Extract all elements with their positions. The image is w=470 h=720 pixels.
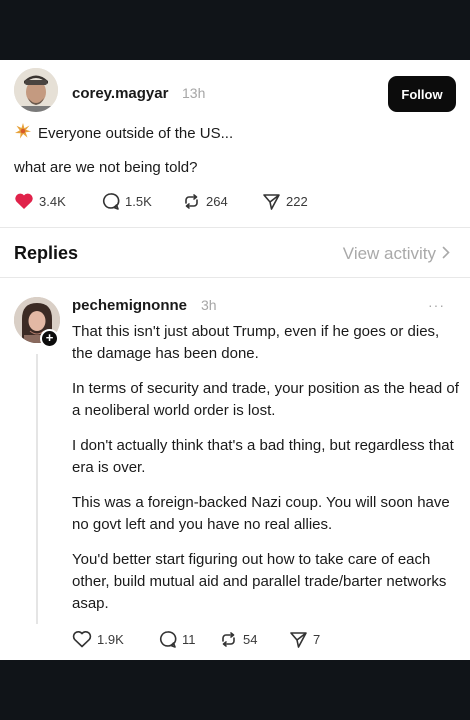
divider-replies [0, 277, 470, 278]
reply-comment-count: 11 [182, 631, 196, 647]
avatar-image [14, 68, 58, 112]
reply-paragraph-2: In terms of security and trade, your pos… [72, 380, 459, 419]
sparkle-burst-icon [14, 122, 32, 144]
heart-filled-icon [14, 192, 34, 210]
divider-top [0, 227, 470, 228]
author-avatar[interactable] [14, 68, 58, 112]
reply-timestamp: 3h [201, 297, 217, 313]
reply-repost-count: 54 [243, 631, 258, 647]
reply-actions: 1.9K 11 54 7 [72, 629, 320, 649]
share-button[interactable]: 222 [262, 192, 308, 211]
share-icon [262, 192, 281, 211]
view-activity-label: View activity [342, 244, 436, 263]
post-text-line-1: Everyone outside of the US... [14, 122, 233, 144]
more-options-icon[interactable]: ··· [428, 297, 445, 313]
follow-button[interactable]: Follow [388, 76, 456, 112]
follow-plus-badge[interactable]: + [40, 329, 59, 348]
reply-like-count: 1.9K [97, 631, 124, 647]
reply-paragraph-1: That this isn't just about Trump, even i… [72, 323, 440, 362]
repost-icon [219, 630, 238, 649]
like-count: 3.4K [39, 193, 66, 209]
comment-button[interactable]: 1.5K [101, 192, 182, 211]
post-actions: 3.4K 1.5K 264 222 [14, 191, 308, 211]
comment-icon [158, 630, 177, 649]
post-header: corey.magyar 13h Follow [14, 68, 456, 112]
reply-comment-button[interactable]: 11 [158, 630, 219, 649]
repost-icon [182, 192, 201, 211]
repost-button[interactable]: 264 [182, 192, 262, 211]
reply-repost-button[interactable]: 54 [219, 630, 289, 649]
share-icon [289, 630, 308, 649]
post-timestamp: 13h [182, 85, 206, 101]
reply-paragraph-3: I don't actually think that's a bad thin… [72, 437, 454, 476]
chevron-right-icon [442, 244, 450, 264]
comment-icon [101, 192, 120, 211]
reply-paragraph-4: This was a foreign-backed Nazi coup. You… [72, 494, 450, 533]
reply-author-username[interactable]: pechemignonne [72, 297, 187, 314]
like-button[interactable]: 3.4K [14, 192, 101, 210]
share-count: 222 [286, 193, 308, 209]
thread-line [36, 354, 38, 624]
replies-heading: Replies [14, 243, 79, 263]
comment-count: 1.5K [125, 193, 152, 209]
post-line1-text: Everyone outside of the US... [38, 124, 234, 142]
reply-share-button[interactable]: 7 [289, 630, 320, 649]
reply-like-button[interactable]: 1.9K [72, 630, 158, 648]
post-text-line-2: what are we not being told? [14, 159, 198, 176]
author-username[interactable]: corey.magyar [72, 85, 168, 102]
heart-outline-icon [72, 630, 92, 648]
reply-paragraph-5: You'd better start figuring out how to t… [72, 551, 447, 612]
reply-share-count: 7 [313, 631, 321, 647]
repost-count: 264 [206, 193, 228, 209]
view-activity-link[interactable]: View activity [343, 244, 450, 264]
post-card: corey.magyar 13h Follow Everyone outside… [0, 60, 470, 660]
